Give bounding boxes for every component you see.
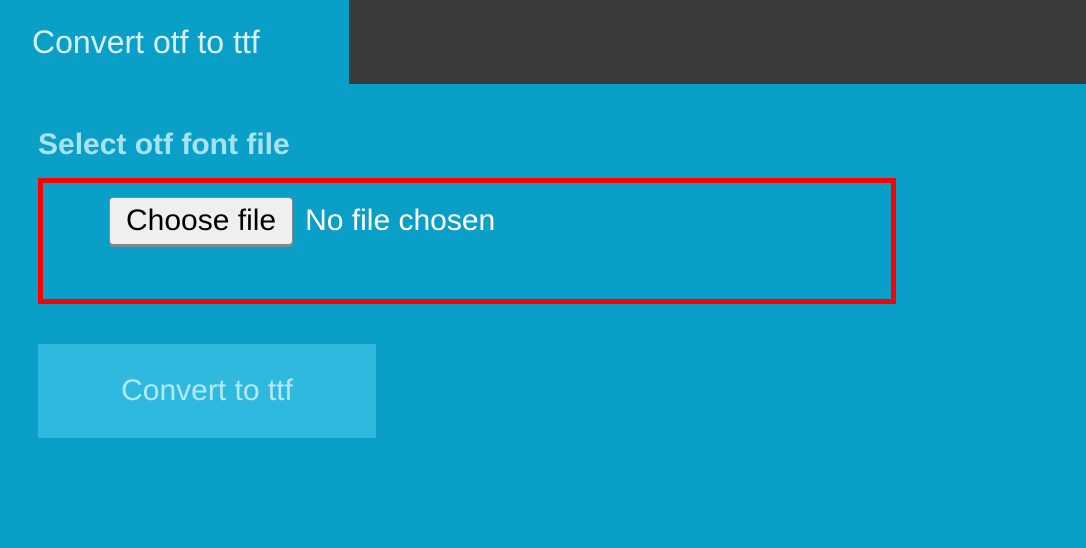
- header: Convert otf to ttf: [0, 0, 1086, 84]
- convert-to-ttf-button[interactable]: Convert to ttf: [38, 344, 376, 438]
- header-background: [349, 0, 1086, 84]
- file-drop-area[interactable]: Choose file No file chosen: [38, 178, 896, 304]
- tab-label: Convert otf to ttf: [32, 24, 260, 61]
- main-content: Select otf font file Choose file No file…: [0, 84, 1086, 438]
- tab-convert-otf-to-ttf[interactable]: Convert otf to ttf: [0, 0, 349, 84]
- file-status-text: No file chosen: [305, 197, 495, 238]
- choose-file-button[interactable]: Choose file: [109, 197, 293, 245]
- section-label: Select otf font file: [38, 128, 1048, 162]
